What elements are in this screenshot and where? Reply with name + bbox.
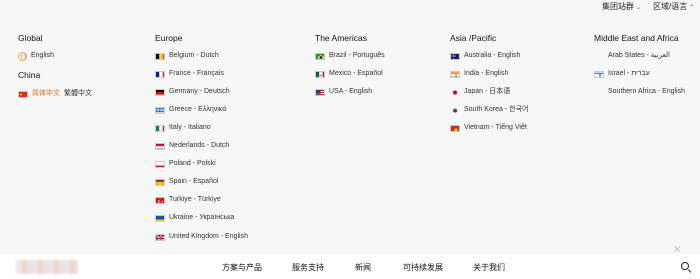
region-language-panel: Global English China 简体中文 繁體中文 Europe Be… <box>0 14 700 256</box>
language-link-traditional-chinese[interactable]: 繁體中文 <box>64 89 92 99</box>
uk-flag-icon <box>155 233 165 241</box>
group-site-dropdown[interactable]: 集团站群 ⌄ <box>602 1 641 12</box>
language-link-france[interactable]: France - Français <box>155 69 224 79</box>
netherlands-flag-icon <box>155 142 165 150</box>
language-link-spain[interactable]: Spain - Español <box>155 177 218 187</box>
china-flag-icon <box>18 90 28 98</box>
language-label: Japan - 日本语 <box>464 88 511 95</box>
mexico-flag-icon <box>315 70 325 78</box>
france-flag-icon <box>155 70 165 78</box>
column-china: China <box>18 70 40 80</box>
nav-item-about-us[interactable]: 关于我们 <box>473 262 505 273</box>
nav-item-solutions-products[interactable]: 方案与产品 <box>222 262 262 273</box>
region-title-global: Global <box>18 33 43 43</box>
language-label: Turkiye - Türkiye <box>169 196 221 203</box>
language-link-brazil[interactable]: Brazil - Português <box>315 51 385 61</box>
vietnam-flag-icon <box>450 124 460 132</box>
turkey-flag-icon <box>155 196 165 204</box>
nav-item-sustainability[interactable]: 可持续发展 <box>403 262 443 273</box>
group-site-label: 集团站群 <box>602 2 634 11</box>
language-label: Mexico - Español <box>329 70 383 77</box>
region-title-europe: Europe <box>155 33 183 43</box>
column-middle-east-africa: Middle East and Africa <box>594 33 679 43</box>
india-flag-icon <box>450 70 460 78</box>
language-label: Southern Africa - English <box>608 88 686 95</box>
globe-icon <box>18 51 27 61</box>
language-label: USA - English <box>329 88 373 95</box>
italy-flag-icon <box>155 124 165 132</box>
language-label: France - Français <box>169 70 224 77</box>
poland-flag-icon <box>155 160 165 168</box>
chevron-down-icon: ⌄ <box>636 5 642 11</box>
language-links-china: 简体中文 繁體中文 <box>18 89 92 99</box>
language-link-vietnam[interactable]: Vietnam - Tiếng Việt <box>450 123 527 133</box>
nav-item-service-support[interactable]: 服务支持 <box>292 262 324 273</box>
column-americas: The Americas <box>315 33 367 43</box>
chevron-up-icon: ⌃ <box>689 5 695 11</box>
column-asia-pacific: Asia /Pacific <box>450 33 496 43</box>
language-link-india[interactable]: India - English <box>450 69 508 79</box>
top-utility-bar: 集团站群 ⌄ 区域/语言 ⌃ <box>0 0 700 14</box>
japan-flag-icon <box>450 88 460 96</box>
search-icon[interactable] <box>681 262 689 270</box>
south-korea-flag-icon <box>450 106 460 114</box>
israel-flag-icon <box>594 70 604 78</box>
greece-flag-icon <box>155 106 165 114</box>
language-label: United Kingdom - English <box>169 233 248 240</box>
language-label: Australia - English <box>464 52 521 59</box>
language-link-mexico[interactable]: Mexico - Español <box>315 69 383 79</box>
germany-flag-icon <box>155 88 165 96</box>
region-title-china: China <box>18 70 41 80</box>
language-link-poland[interactable]: Poland - Polski <box>155 159 216 169</box>
language-label: Arab States - العربية <box>608 52 670 59</box>
region-title-middle-east-africa: Middle East and Africa <box>594 33 679 43</box>
belgium-flag-icon <box>155 52 165 60</box>
language-link-simplified-chinese[interactable]: 简体中文 <box>32 89 60 99</box>
main-navigation-bar: 方案与产品 服务支持 新闻 可持续发展 关于我们 <box>0 254 700 279</box>
region-title-americas: The Americas <box>315 33 367 43</box>
language-label: Brazil - Português <box>329 52 385 59</box>
language-link-netherlands[interactable]: Nederlands - Dutch <box>155 141 229 151</box>
language-label: Italy - Italiano <box>169 124 211 131</box>
column-europe: Europe <box>155 33 182 43</box>
language-link-japan[interactable]: Japan - 日本语 <box>450 87 510 97</box>
language-link-belgium[interactable]: Belgium - Dutch <box>155 51 219 61</box>
language-link-israel[interactable]: Israel - עברית <box>594 69 650 79</box>
spain-flag-icon <box>155 178 165 186</box>
language-link-italy[interactable]: Italy - Italiano <box>155 123 211 133</box>
language-label: Ukraine - Українська <box>169 214 235 221</box>
usa-flag-icon <box>315 88 325 96</box>
column-global: Global <box>18 33 43 43</box>
language-label: Greece - Ελληνικά <box>169 106 227 113</box>
australia-flag-icon <box>450 52 460 60</box>
language-link-australia[interactable]: Australia - English <box>450 51 520 61</box>
language-link-turkiye[interactable]: Turkiye - Türkiye <box>155 195 221 205</box>
language-label: Germany - Deutsch <box>169 88 230 95</box>
language-label: Nederlands - Dutch <box>169 142 230 149</box>
language-label: English <box>31 52 54 59</box>
region-title-asia-pacific: Asia /Pacific <box>450 33 497 43</box>
language-link-southern-africa[interactable]: Southern Africa - English <box>594 87 685 97</box>
language-label: Spain - Español <box>169 178 219 185</box>
language-label: Poland - Polski <box>169 160 216 167</box>
region-language-dropdown[interactable]: 区域/语言 ⌃ <box>653 1 694 12</box>
nav-item-news[interactable]: 新闻 <box>355 262 371 273</box>
language-label: Israel - עברית <box>608 70 650 77</box>
brand-logo[interactable] <box>16 260 78 274</box>
language-link-greece[interactable]: Greece - Ελληνικά <box>155 105 226 115</box>
language-link-global-english[interactable]: English <box>18 51 54 61</box>
region-language-label: 区域/语言 <box>653 2 688 11</box>
language-link-germany[interactable]: Germany - Deutsch <box>155 87 230 97</box>
language-link-united-kingdom[interactable]: United Kingdom - English <box>155 232 248 242</box>
brazil-flag-icon <box>315 52 325 60</box>
language-label: Belgium - Dutch <box>169 52 219 59</box>
language-label: South Korea - 한국어 <box>464 106 529 113</box>
language-label: India - English <box>464 70 509 77</box>
language-link-arab-states[interactable]: Arab States - العربية <box>594 51 670 61</box>
language-link-south-korea[interactable]: South Korea - 한국어 <box>450 105 528 115</box>
ukraine-flag-icon <box>155 214 165 222</box>
language-label: Vietnam - Tiếng Việt <box>464 124 527 131</box>
language-link-ukraine[interactable]: Ukraine - Українська <box>155 213 234 223</box>
language-link-usa[interactable]: USA - English <box>315 87 372 97</box>
